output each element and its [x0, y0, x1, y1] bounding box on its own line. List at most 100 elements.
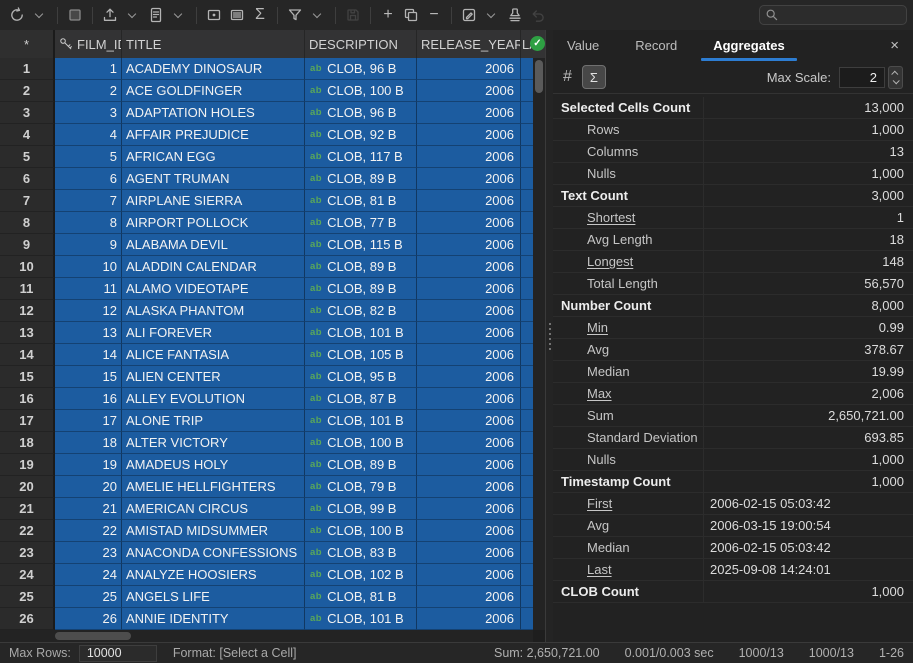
cell-title[interactable]: ALI FOREVER — [122, 322, 305, 344]
cell-film-id[interactable]: 3 — [55, 102, 122, 124]
cell-release-year[interactable]: 2006 — [417, 256, 521, 278]
cell-release-year[interactable]: 2006 — [417, 58, 521, 80]
spinner-up-icon[interactable] — [891, 70, 898, 77]
aggregate-row[interactable]: Selected Cells Count 13,000 — [553, 97, 913, 119]
export-dropdown[interactable] — [122, 3, 144, 27]
cell-description[interactable]: ab CLOB, 99 B — [305, 498, 417, 520]
aggregate-row[interactable]: Rows 1,000 — [553, 119, 913, 141]
cell-title[interactable]: ALLEY EVOLUTION — [122, 388, 305, 410]
cell-title[interactable]: ALIEN CENTER — [122, 366, 305, 388]
search-input[interactable] — [783, 8, 901, 22]
cell-clipped[interactable] — [521, 212, 533, 234]
cell-release-year[interactable]: 2006 — [417, 300, 521, 322]
cell-film-id[interactable]: 1 — [55, 58, 122, 80]
aggregate-row[interactable]: Median 2006-02-15 05:03:42 — [553, 537, 913, 559]
spinner-down-icon[interactable] — [893, 77, 900, 84]
aggregate-row[interactable]: Nulls 1,000 — [553, 163, 913, 185]
horizontal-scrollbar-thumb[interactable] — [55, 632, 131, 640]
cell-title[interactable]: ALABAMA DEVIL — [122, 234, 305, 256]
cell-title[interactable]: ANALYZE HOOSIERS — [122, 564, 305, 586]
cell-film-id[interactable]: 25 — [55, 586, 122, 608]
aggregate-row[interactable]: Avg Length 18 — [553, 229, 913, 251]
cell-release-year[interactable]: 2006 — [417, 80, 521, 102]
cell-release-year[interactable]: 2006 — [417, 410, 521, 432]
cell-release-year[interactable]: 2006 — [417, 542, 521, 564]
cell-clipped[interactable] — [521, 256, 533, 278]
cell-clipped[interactable] — [521, 168, 533, 190]
grid-horizontal-scrollbar[interactable] — [0, 630, 533, 642]
max-scale-input[interactable] — [839, 67, 885, 88]
row-number[interactable]: 23 — [0, 542, 55, 564]
cell-clipped[interactable] — [521, 234, 533, 256]
cell-clipped[interactable] — [521, 476, 533, 498]
row-number[interactable]: 21 — [0, 498, 55, 520]
cell-film-id[interactable]: 5 — [55, 146, 122, 168]
aggregate-row[interactable]: Standard Deviation 693.85 — [553, 427, 913, 449]
cell-title[interactable]: AGENT TRUMAN — [122, 168, 305, 190]
aggregate-row[interactable]: Timestamp Count 1,000 — [553, 471, 913, 493]
max-rows-input[interactable] — [79, 645, 157, 662]
aggregate-row[interactable]: Median 19.99 — [553, 361, 913, 383]
cell-clipped[interactable] — [521, 432, 533, 454]
cell-film-id[interactable]: 4 — [55, 124, 122, 146]
add-row-button[interactable]: + — [377, 3, 399, 27]
duplicate-row-button[interactable] — [400, 3, 422, 27]
row-number[interactable]: 16 — [0, 388, 55, 410]
report-button[interactable] — [145, 3, 167, 27]
cell-film-id[interactable]: 8 — [55, 212, 122, 234]
cell-release-year[interactable]: 2006 — [417, 388, 521, 410]
cell-title[interactable]: ANACONDA CONFESSIONS — [122, 542, 305, 564]
cell-clipped[interactable] — [521, 388, 533, 410]
aggregate-row[interactable]: Max 2,006 — [553, 383, 913, 405]
cell-clipped[interactable] — [521, 498, 533, 520]
cell-title[interactable]: ALAMO VIDEOTAPE — [122, 278, 305, 300]
row-number[interactable]: 25 — [0, 586, 55, 608]
mock-data-button[interactable] — [504, 3, 526, 27]
row-number-header[interactable]: * — [0, 30, 55, 58]
column-header-film-id[interactable]: FILM_ID — [55, 30, 122, 58]
cell-description[interactable]: ab CLOB, 101 B — [305, 608, 417, 630]
cell-description[interactable]: ab CLOB, 100 B — [305, 80, 417, 102]
row-number[interactable]: 10 — [0, 256, 55, 278]
aggregate-row[interactable]: Sum 2,650,721.00 — [553, 405, 913, 427]
aggregate-row[interactable]: Text Count 3,000 — [553, 185, 913, 207]
close-panel-button[interactable]: × — [890, 37, 899, 54]
cell-description[interactable]: ab CLOB, 79 B — [305, 476, 417, 498]
cell-description[interactable]: ab CLOB, 81 B — [305, 190, 417, 212]
cell-release-year[interactable]: 2006 — [417, 212, 521, 234]
row-number[interactable]: 4 — [0, 124, 55, 146]
cell-release-year[interactable]: 2006 — [417, 586, 521, 608]
cell-film-id[interactable]: 13 — [55, 322, 122, 344]
row-number[interactable]: 22 — [0, 520, 55, 542]
row-number[interactable]: 2 — [0, 80, 55, 102]
vertical-scrollbar-thumb[interactable] — [535, 60, 543, 93]
column-header-title[interactable]: TITLE — [122, 30, 305, 58]
cell-film-id[interactable]: 10 — [55, 256, 122, 278]
cell-clipped[interactable] — [521, 58, 533, 80]
row-number[interactable]: 1 — [0, 58, 55, 80]
cell-film-id[interactable]: 23 — [55, 542, 122, 564]
cell-film-id[interactable]: 22 — [55, 520, 122, 542]
group-by-columns-button[interactable]: # — [563, 68, 572, 86]
cell-title[interactable]: ACE GOLDFINGER — [122, 80, 305, 102]
refresh-dropdown[interactable] — [29, 3, 51, 27]
grid-view-button[interactable] — [203, 3, 225, 27]
cell-title[interactable]: ALONE TRIP — [122, 410, 305, 432]
row-number[interactable]: 20 — [0, 476, 55, 498]
row-number[interactable]: 8 — [0, 212, 55, 234]
row-number[interactable]: 14 — [0, 344, 55, 366]
cell-film-id[interactable]: 2 — [55, 80, 122, 102]
cell-film-id[interactable]: 20 — [55, 476, 122, 498]
cell-title[interactable]: AMISTAD MIDSUMMER — [122, 520, 305, 542]
cell-title[interactable]: ALTER VICTORY — [122, 432, 305, 454]
cell-film-id[interactable]: 6 — [55, 168, 122, 190]
cell-film-id[interactable]: 16 — [55, 388, 122, 410]
cell-clipped[interactable] — [521, 146, 533, 168]
cell-description[interactable]: ab CLOB, 96 B — [305, 58, 417, 80]
row-number[interactable]: 17 — [0, 410, 55, 432]
aggregate-row[interactable]: Min 0.99 — [553, 317, 913, 339]
cell-clipped[interactable] — [521, 124, 533, 146]
cell-clipped[interactable] — [521, 410, 533, 432]
cell-film-id[interactable]: 11 — [55, 278, 122, 300]
cell-clipped[interactable] — [521, 80, 533, 102]
